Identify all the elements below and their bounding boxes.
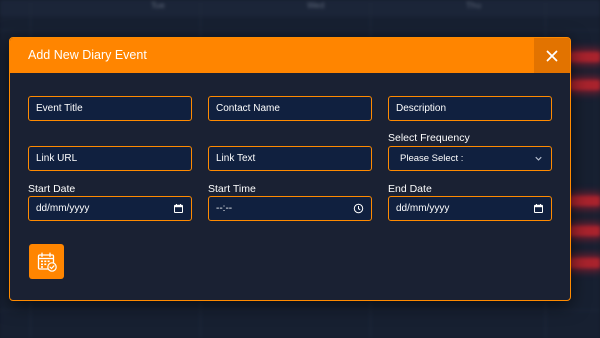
- link-url-input[interactable]: Link URL: [28, 146, 192, 171]
- description-input[interactable]: Description: [388, 96, 552, 121]
- add-event-button[interactable]: [29, 244, 64, 279]
- end-date-value: dd/mm/yyyy: [396, 203, 450, 214]
- start-time-input[interactable]: --:--: [208, 196, 372, 221]
- calendar-picker-icon[interactable]: [533, 203, 544, 214]
- chevron-down-icon: [535, 156, 542, 161]
- link-url-placeholder: Link URL: [36, 153, 78, 164]
- frequency-select-value: Please Select :: [400, 153, 464, 164]
- start-date-input[interactable]: dd/mm/yyyy: [28, 196, 192, 221]
- frequency-label: Select Frequency: [388, 132, 470, 144]
- modal-title: Add New Diary Event: [28, 48, 147, 62]
- add-diary-event-modal: Add New Diary Event Event Title Contact …: [9, 37, 571, 301]
- event-title-input[interactable]: Event Title: [28, 96, 192, 121]
- end-date-label: End Date: [388, 183, 432, 195]
- clock-icon[interactable]: [353, 203, 364, 214]
- start-date-label: Start Date: [28, 183, 76, 195]
- contact-name-input[interactable]: Contact Name: [208, 96, 372, 121]
- frequency-select[interactable]: Please Select :: [388, 146, 552, 171]
- calendar-picker-icon[interactable]: [173, 203, 184, 214]
- start-date-value: dd/mm/yyyy: [36, 203, 90, 214]
- description-placeholder: Description: [396, 103, 447, 114]
- event-title-placeholder: Event Title: [36, 103, 83, 114]
- close-icon: [546, 50, 558, 61]
- start-time-value: --:--: [216, 203, 233, 214]
- start-time-label: Start Time: [208, 183, 256, 195]
- end-date-input[interactable]: dd/mm/yyyy: [388, 196, 552, 221]
- close-button[interactable]: [534, 38, 570, 73]
- modal-header: Add New Diary Event: [10, 38, 570, 73]
- link-text-placeholder: Link Text: [216, 153, 256, 164]
- calendar-check-icon: [37, 252, 57, 272]
- link-text-input[interactable]: Link Text: [208, 146, 372, 171]
- contact-name-placeholder: Contact Name: [216, 103, 280, 114]
